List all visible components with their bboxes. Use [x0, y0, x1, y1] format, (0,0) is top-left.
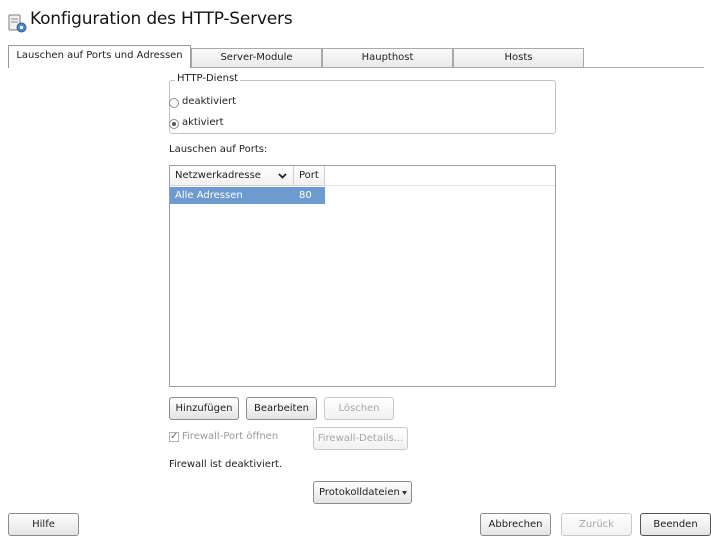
table-row[interactable]: Alle Adressen 80 [170, 187, 325, 204]
help-button[interactable]: Hilfe [8, 513, 79, 536]
cell-port: 80 [299, 190, 312, 201]
back-button[interactable]: Zurück [561, 513, 632, 536]
column-header-address-label: Netzwerkadresse [175, 170, 261, 181]
firewall-status: Firewall ist deaktiviert. [169, 459, 283, 470]
column-header-address[interactable]: Netzwerkadresse [170, 166, 294, 186]
firewall-port-checkbox[interactable]: ✓ [169, 432, 179, 442]
dropdown-arrow-icon [402, 491, 407, 495]
delete-button[interactable]: Löschen [324, 397, 394, 420]
edit-button[interactable]: Bearbeiten [246, 397, 317, 420]
tab-haupthost[interactable]: Haupthost [322, 48, 453, 67]
cancel-button[interactable]: Abbrechen [480, 513, 551, 536]
table-header-filler [325, 166, 555, 186]
chevron-down-icon [278, 173, 287, 179]
ports-label: Lauschen auf Ports: [169, 144, 268, 155]
log-files-button[interactable]: Protokolldateien [313, 481, 412, 504]
http-service-group [169, 80, 556, 134]
finish-button[interactable]: Beenden [640, 513, 711, 536]
tab-lauschen[interactable]: Lauschen auf Ports und Adressen [8, 45, 191, 68]
column-header-port[interactable]: Port [294, 166, 325, 186]
radio-aktiviert-label[interactable]: aktiviert [182, 117, 224, 128]
cell-address: Alle Adressen [175, 190, 243, 201]
firewall-details-button[interactable]: Firewall-Details... [313, 427, 408, 450]
tab-hosts[interactable]: Hosts [453, 48, 584, 67]
radio-aktiviert[interactable] [169, 119, 179, 129]
radio-deaktiviert[interactable] [169, 98, 179, 108]
radio-deaktiviert-label[interactable]: deaktiviert [182, 96, 236, 107]
server-config-icon [8, 14, 27, 33]
log-files-label: Protokolldateien [319, 487, 400, 498]
window-title: Konfiguration des HTTP-Servers [30, 9, 293, 29]
add-button[interactable]: Hinzufügen [169, 397, 239, 420]
firewall-port-label[interactable]: Firewall-Port öffnen [182, 431, 278, 442]
tab-server-module[interactable]: Server-Module [191, 48, 322, 67]
http-service-group-title: HTTP-Dienst [175, 73, 241, 84]
